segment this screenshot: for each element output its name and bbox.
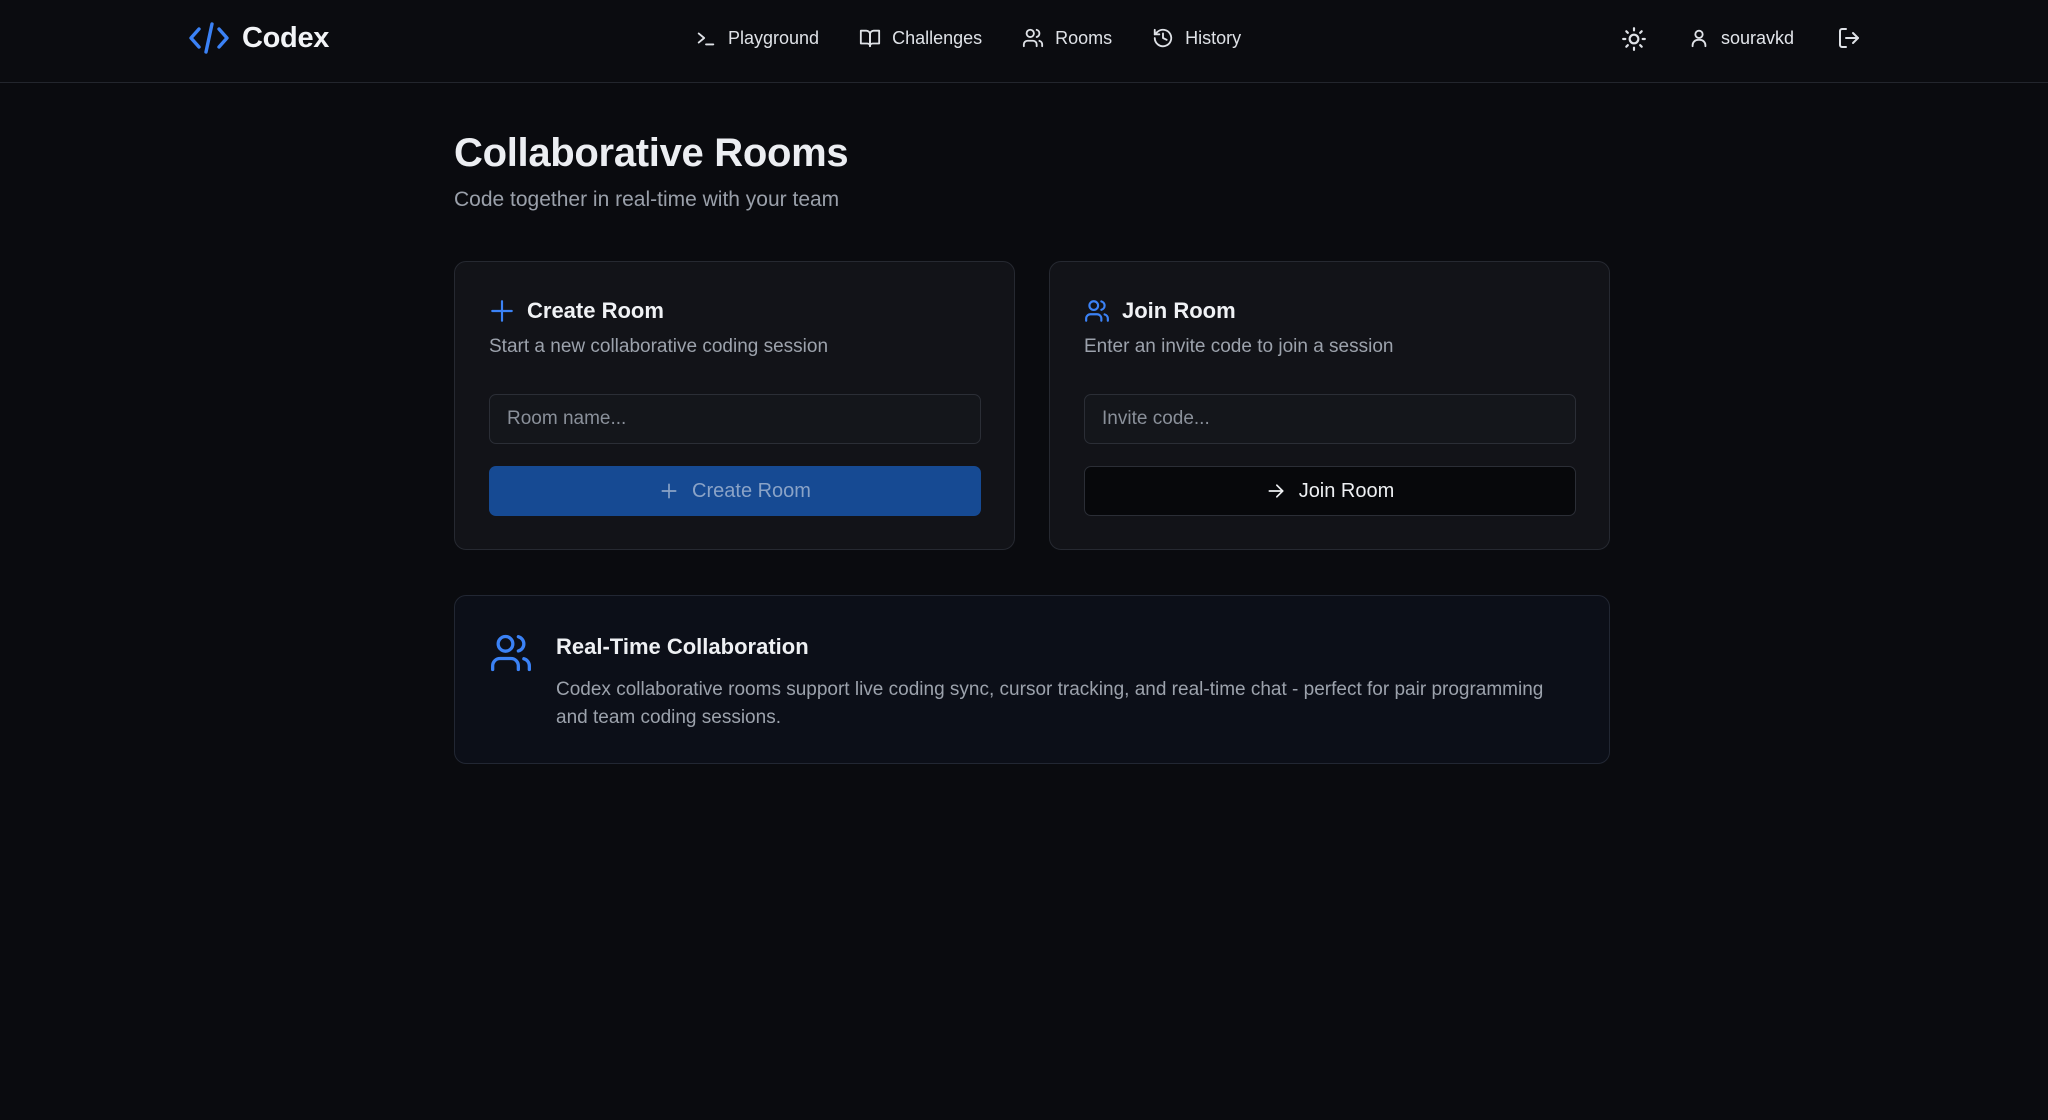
- users-icon: [1085, 300, 1109, 322]
- join-room-button[interactable]: Join Room: [1084, 466, 1576, 516]
- invite-code-input[interactable]: [1084, 394, 1576, 444]
- collaboration-info-panel: Real-Time Collaboration Codex collaborat…: [454, 595, 1610, 764]
- logo[interactable]: Codex: [188, 18, 329, 58]
- nav-challenges[interactable]: Challenges: [859, 27, 982, 49]
- join-room-header: Join Room: [1084, 298, 1236, 324]
- join-room-button-label: Join Room: [1298, 479, 1395, 502]
- nav-history[interactable]: History: [1152, 27, 1241, 49]
- join-room-card: Join Room Enter an invite code to join a…: [1049, 261, 1610, 550]
- book-icon: [859, 29, 881, 48]
- info-text: Codex collaborative rooms support live c…: [556, 679, 1544, 728]
- create-room-card: Create Room Start a new collaborative co…: [454, 261, 1015, 550]
- nav-playground-label: Playground: [728, 27, 820, 48]
- username: souravkd: [1721, 27, 1795, 48]
- nav-rooms-label: Rooms: [1055, 27, 1113, 48]
- nav-rooms[interactable]: Rooms: [1022, 27, 1112, 49]
- join-room-title: Join Room: [1122, 298, 1236, 323]
- logout-button[interactable]: [1836, 25, 1862, 51]
- sun-icon: [1622, 27, 1646, 51]
- nav-playground[interactable]: Playground: [695, 27, 819, 49]
- users-icon: [1023, 28, 1044, 48]
- create-room-header: Create Room: [489, 298, 664, 324]
- page-subtitle: Code together in real-time with your tea…: [454, 188, 840, 211]
- users-icon: [491, 634, 531, 672]
- create-room-button[interactable]: Create Room: [489, 466, 981, 516]
- room-name-input[interactable]: [489, 394, 981, 444]
- arrow-right-icon: [1268, 484, 1284, 498]
- logout-icon: [1839, 28, 1859, 48]
- history-icon: [1153, 28, 1173, 48]
- nav-history-label: History: [1185, 27, 1242, 48]
- create-room-title: Create Room: [527, 298, 664, 323]
- create-room-button-label: Create Room: [692, 479, 811, 502]
- create-room-description: Start a new collaborative coding session: [489, 336, 829, 357]
- plus-icon: [661, 483, 677, 499]
- main-nav: Playground Challenges Rooms History: [695, 24, 1241, 52]
- info-title: Real-Time Collaboration: [556, 634, 809, 659]
- user-menu[interactable]: souravkd: [1688, 24, 1794, 52]
- join-room-description: Enter an invite code to join a session: [1084, 336, 1394, 357]
- top-navigation-bar: Codex Playground Challenges Rooms Histor…: [0, 0, 2048, 83]
- nav-challenges-label: Challenges: [892, 27, 983, 48]
- theme-toggle-button[interactable]: [1620, 25, 1648, 53]
- terminal-icon: [697, 32, 715, 46]
- logo-text: Codex: [242, 21, 330, 54]
- code-icon: [189, 22, 229, 54]
- plus-icon: [491, 300, 513, 322]
- user-icon: [1691, 29, 1707, 48]
- page-title: Collaborative Rooms: [454, 131, 849, 175]
